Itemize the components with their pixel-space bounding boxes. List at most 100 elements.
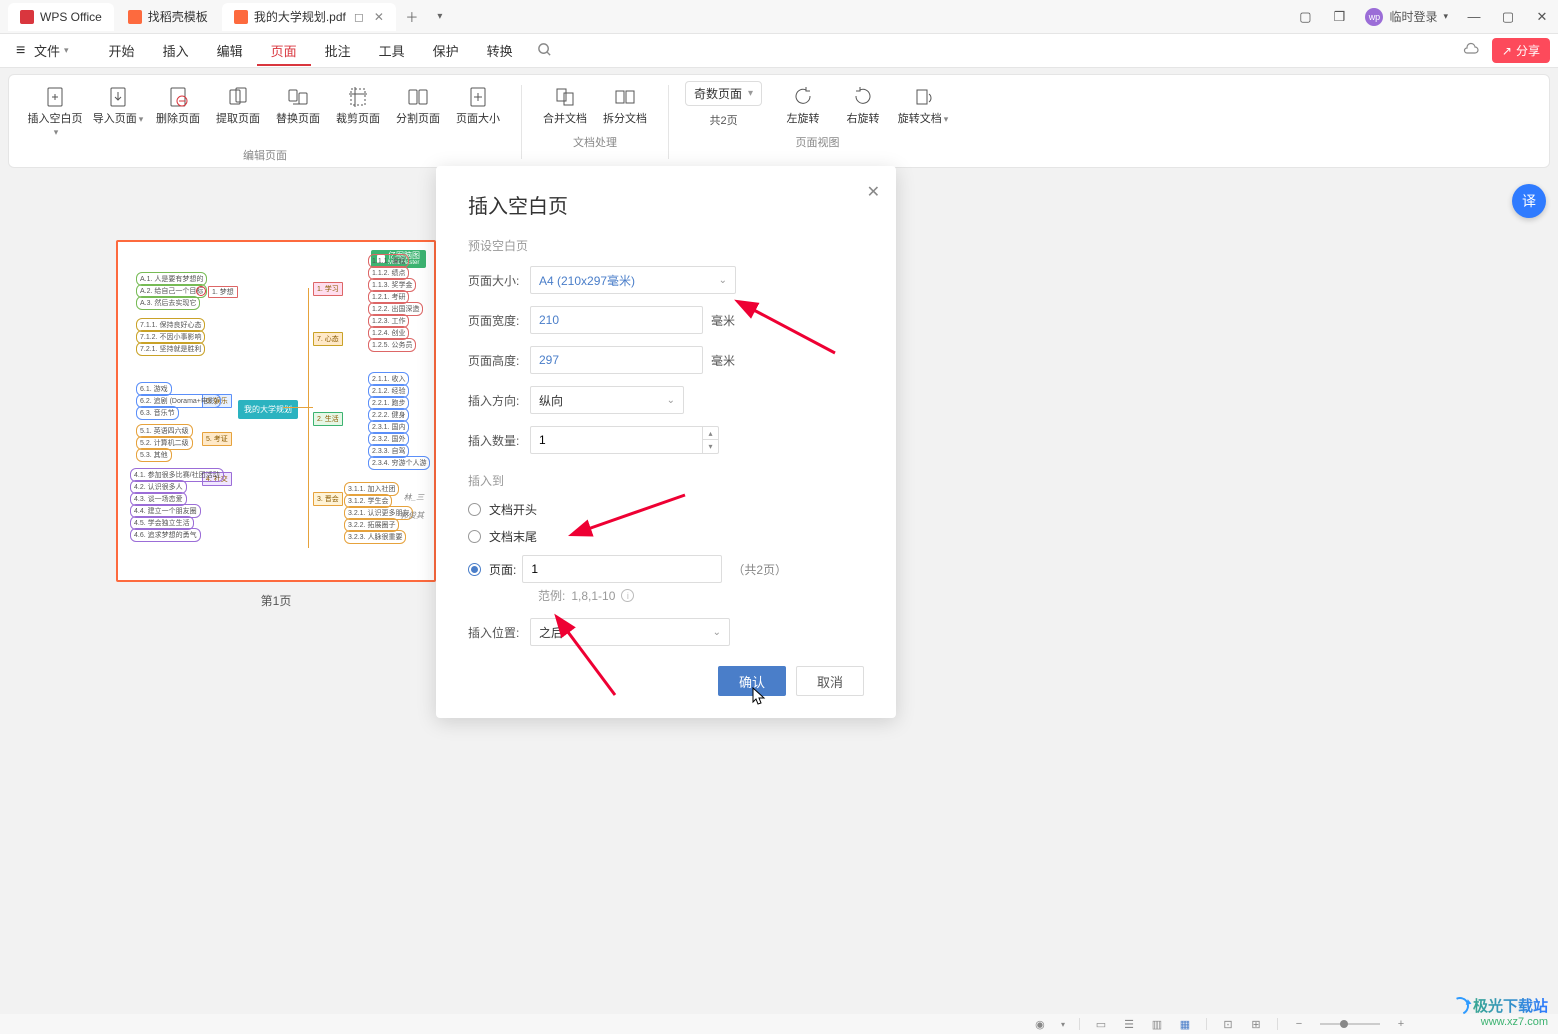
menu-protect[interactable]: 保护 [419, 35, 473, 66]
layout-icon[interactable]: ▢ [1297, 9, 1313, 25]
insert-count-input[interactable] [531, 433, 702, 447]
ribbon-split-page[interactable]: 分割页面 [391, 81, 445, 143]
spinner-up-icon[interactable]: ▴ [703, 427, 718, 440]
watermark-logo-icon [1448, 994, 1471, 1017]
search-icon[interactable] [537, 42, 552, 60]
mindmap-leaf: 7.2.1. 坚持就是胜利 [136, 342, 205, 356]
unit-label: 毫米 [711, 312, 735, 329]
page-number-input[interactable] [522, 555, 722, 583]
ribbon-import-page[interactable]: 导入页面▾ [91, 81, 145, 143]
mindmap-leaf: 6.3. 音乐节 [136, 406, 179, 420]
page-preview[interactable]: 亿图脑图 MindMaster 我的大学规划 1. 学习 7. 心态 2. 生活… [116, 240, 436, 609]
add-tab-button[interactable]: ＋ [398, 3, 426, 31]
orientation-select[interactable]: 纵向 ⌄ [530, 386, 684, 414]
page-size-select[interactable]: A4 (210x297毫米) ⌄ [530, 266, 736, 294]
view-single-icon[interactable]: ▭ [1094, 1017, 1108, 1031]
ribbon-split-doc[interactable]: 拆分文档 [598, 81, 652, 130]
maximize-icon[interactable]: ▢ [1500, 9, 1516, 25]
ribbon: 插入空白页▾ 导入页面▾ 删除页面 提取页面 替换页面 裁剪页面 [8, 74, 1550, 168]
ribbon-delete-page[interactable]: 删除页面 [151, 81, 205, 143]
translate-float-button[interactable]: 译 [1512, 184, 1546, 218]
signature: 郭俊其 [400, 510, 424, 521]
ribbon-extract-page[interactable]: 提取页面 [211, 81, 265, 143]
menu-start[interactable]: 开始 [95, 35, 149, 66]
radio-doc-end[interactable]: 文档末尾 [468, 528, 864, 545]
page-height-input[interactable] [530, 346, 703, 374]
mindmap-leaf: 1.2.5. 公务员 [368, 338, 416, 352]
replace-page-icon [286, 85, 310, 109]
ribbon-crop-page[interactable]: 裁剪页面 [331, 81, 385, 143]
radio-doc-begin[interactable]: 文档开头 [468, 501, 864, 518]
extract-page-icon [226, 85, 250, 109]
insert-count-spinner[interactable]: ▴ ▾ [530, 426, 719, 454]
menu-tools[interactable]: 工具 [365, 35, 419, 66]
page-size-value: A4 (210x297毫米) [539, 272, 635, 289]
tab-wps-office[interactable]: WPS Office [8, 3, 114, 31]
chevron-down-icon: ⌄ [719, 275, 727, 286]
cube-icon[interactable]: ❒ [1331, 9, 1347, 25]
spinner-down-icon[interactable]: ▾ [703, 440, 718, 453]
section-preset: 预设空白页 [468, 237, 864, 254]
ribbon-group-edit-page: 插入空白页▾ 导入页面▾ 删除页面 提取页面 替换页面 裁剪页面 [19, 81, 511, 163]
tab-label: 找稻壳模板 [148, 8, 208, 25]
ribbon-merge-doc[interactable]: 合并文档 [538, 81, 592, 130]
page-total-label: （共2页） [732, 561, 787, 578]
zoom-in-icon[interactable]: + [1394, 1017, 1408, 1031]
cancel-button[interactable]: 取消 [796, 666, 864, 696]
minimize-icon[interactable]: — [1466, 9, 1482, 25]
cloud-icon[interactable] [1462, 42, 1480, 59]
dialog-title: 插入空白页 [468, 190, 864, 219]
menu-convert[interactable]: 转换 [473, 35, 527, 66]
menu-insert[interactable]: 插入 [149, 35, 203, 66]
page-width-input[interactable] [530, 306, 703, 334]
view-double-icon[interactable]: ▥ [1150, 1017, 1164, 1031]
wps-logo-icon [20, 10, 34, 24]
menu-annotate[interactable]: 批注 [311, 35, 365, 66]
radio-page[interactable]: 页面: （共2页） [468, 555, 864, 583]
ribbon-rotate-doc[interactable]: 旋转文档▾ [896, 81, 950, 130]
tab-docer-templates[interactable]: 找稻壳模板 [116, 3, 220, 31]
info-icon[interactable]: i [621, 589, 634, 602]
ribbon-replace-page[interactable]: 替换页面 [271, 81, 325, 143]
eye-icon[interactable]: ◉ [1033, 1017, 1047, 1031]
mindmap-leaf: 4.6. 追求梦想的勇气 [130, 528, 201, 542]
tab-document[interactable]: 我的大学规划.pdf ◻ ✕ [222, 3, 396, 31]
confirm-button[interactable]: 确认 [718, 666, 786, 696]
menubar: 文件 ▾ 开始 插入 编辑 页面 批注 工具 保护 转换 ↗ 分享 [0, 34, 1558, 68]
tab-close-icon[interactable]: ✕ [374, 10, 384, 24]
crop-page-icon [346, 85, 370, 109]
fit-width-icon[interactable]: ⊡ [1221, 1017, 1235, 1031]
ribbon-rotate-left[interactable]: 左旋转 [776, 81, 830, 130]
login-button[interactable]: wp 临时登录 ▾ [1365, 8, 1448, 26]
view-continuous-icon[interactable]: ☰ [1122, 1017, 1136, 1031]
zoom-out-icon[interactable]: − [1292, 1017, 1306, 1031]
view-grid-icon[interactable]: ▦ [1178, 1017, 1192, 1031]
mindmap-leaf: 1. 梦想 [208, 286, 238, 298]
share-icon: ↗ [1502, 44, 1512, 58]
mindmap-branch: 5. 考证 [202, 432, 232, 446]
tab-more-icon[interactable]: ▾ [426, 3, 454, 31]
ribbon-rotate-right[interactable]: 右旋转 [836, 81, 890, 130]
chevron-down-icon[interactable]: ▾ [1061, 1020, 1065, 1029]
file-menu[interactable]: 文件 ▾ [8, 37, 77, 64]
watermark-url: www.xz7.com [1451, 1016, 1548, 1028]
menu-page[interactable]: 页面 [257, 35, 311, 66]
page-filter-select[interactable]: 奇数页面 ▾ [685, 81, 762, 106]
radio-icon [468, 530, 481, 543]
ribbon-group-page-view: 奇数页面 ▾ 共2页 左旋转 右旋转 旋转文档▾ 页面视图 [679, 81, 956, 163]
zoom-slider[interactable] [1320, 1023, 1380, 1025]
merge-doc-icon [553, 85, 577, 109]
share-button[interactable]: ↗ 分享 [1492, 38, 1550, 63]
menu-edit[interactable]: 编辑 [203, 35, 257, 66]
tab-duplicate-icon[interactable]: ◻ [354, 10, 364, 24]
page-thumbnail[interactable]: 亿图脑图 MindMaster 我的大学规划 1. 学习 7. 心态 2. 生活… [116, 240, 436, 582]
ribbon-page-size[interactable]: 页面大小 [451, 81, 505, 143]
fit-page-icon[interactable]: ⊞ [1249, 1017, 1263, 1031]
ribbon-insert-blank-page[interactable]: 插入空白页▾ [25, 81, 85, 143]
ribbon-divider [668, 85, 669, 159]
section-insert-to: 插入到 [468, 472, 864, 489]
tab-label: WPS Office [40, 10, 102, 24]
close-icon[interactable]: ✕ [1534, 9, 1550, 25]
dialog-close-icon[interactable]: ✕ [867, 182, 880, 202]
insert-position-select[interactable]: 之后 ⌄ [530, 618, 730, 646]
